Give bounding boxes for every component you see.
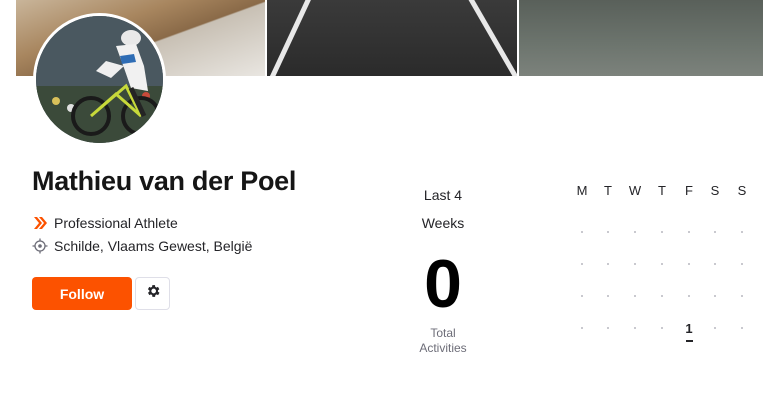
calendar-day-dot <box>714 295 716 297</box>
calendar-day-header: S <box>710 183 720 198</box>
calendar-day-dot <box>581 263 583 265</box>
calendar-day-dot <box>661 231 663 233</box>
calendar-day-dot <box>741 327 743 329</box>
calendar-day-dot <box>634 327 636 329</box>
cover-photo-2[interactable] <box>267 0 517 76</box>
follow-button[interactable]: Follow <box>32 277 132 310</box>
calendar-day-dot <box>714 263 716 265</box>
athlete-role: Professional Athlete <box>54 215 178 231</box>
calendar-day-dot <box>688 231 690 233</box>
calendar-day-dot <box>688 295 690 297</box>
calendar-day-header: S <box>737 183 747 198</box>
calendar-day-dot <box>741 295 743 297</box>
chevron-double-icon <box>32 215 48 231</box>
cover-photo-3[interactable] <box>519 0 763 76</box>
calendar-day-header: T <box>604 183 612 198</box>
calendar-day-dot <box>607 295 609 297</box>
calendar-day-dot <box>581 295 583 297</box>
location-target-icon <box>32 238 48 254</box>
calendar-day-header: M <box>576 183 588 198</box>
calendar-day-dot <box>661 327 663 329</box>
gear-icon <box>145 283 161 304</box>
athlete-name: Mathieu van der Poel <box>32 166 297 196</box>
calendar-day-dot <box>741 263 743 265</box>
calendar-day-dot <box>634 295 636 297</box>
calendar-day-dot <box>607 231 609 233</box>
calendar-day-dot <box>661 263 663 265</box>
calendar-day-dot <box>607 327 609 329</box>
calendar-day-header: T <box>658 183 666 198</box>
period-label-line1: Last 4 <box>423 187 463 203</box>
calendar-day-dot <box>607 263 609 265</box>
calendar-day-dot <box>714 231 716 233</box>
calendar-day-dot <box>581 327 583 329</box>
calendar-day-header: F <box>685 183 693 198</box>
athlete-role-row: Professional Athlete <box>32 215 178 231</box>
athlete-location-row: Schilde, Vlaams Gewest, België <box>32 238 252 254</box>
calendar-day-dot <box>634 263 636 265</box>
count-label-line2: Activities <box>419 341 467 355</box>
calendar-day-dot <box>688 263 690 265</box>
settings-button[interactable] <box>135 277 170 310</box>
calendar-day-dot <box>741 231 743 233</box>
calendar-day-dot <box>634 231 636 233</box>
calendar-today-number[interactable]: 1 <box>679 321 699 336</box>
activity-count: 0 <box>424 246 462 322</box>
calendar-day-header: W <box>628 183 642 198</box>
calendar-day-dot <box>581 231 583 233</box>
avatar[interactable] <box>33 13 166 146</box>
calendar-today-underline <box>686 340 693 342</box>
athlete-location: Schilde, Vlaams Gewest, België <box>54 238 253 254</box>
calendar-day-dot <box>714 327 716 329</box>
period-label-line2: Weeks <box>421 215 465 231</box>
count-label-line1: Total <box>430 326 456 340</box>
calendar-day-dot <box>661 295 663 297</box>
